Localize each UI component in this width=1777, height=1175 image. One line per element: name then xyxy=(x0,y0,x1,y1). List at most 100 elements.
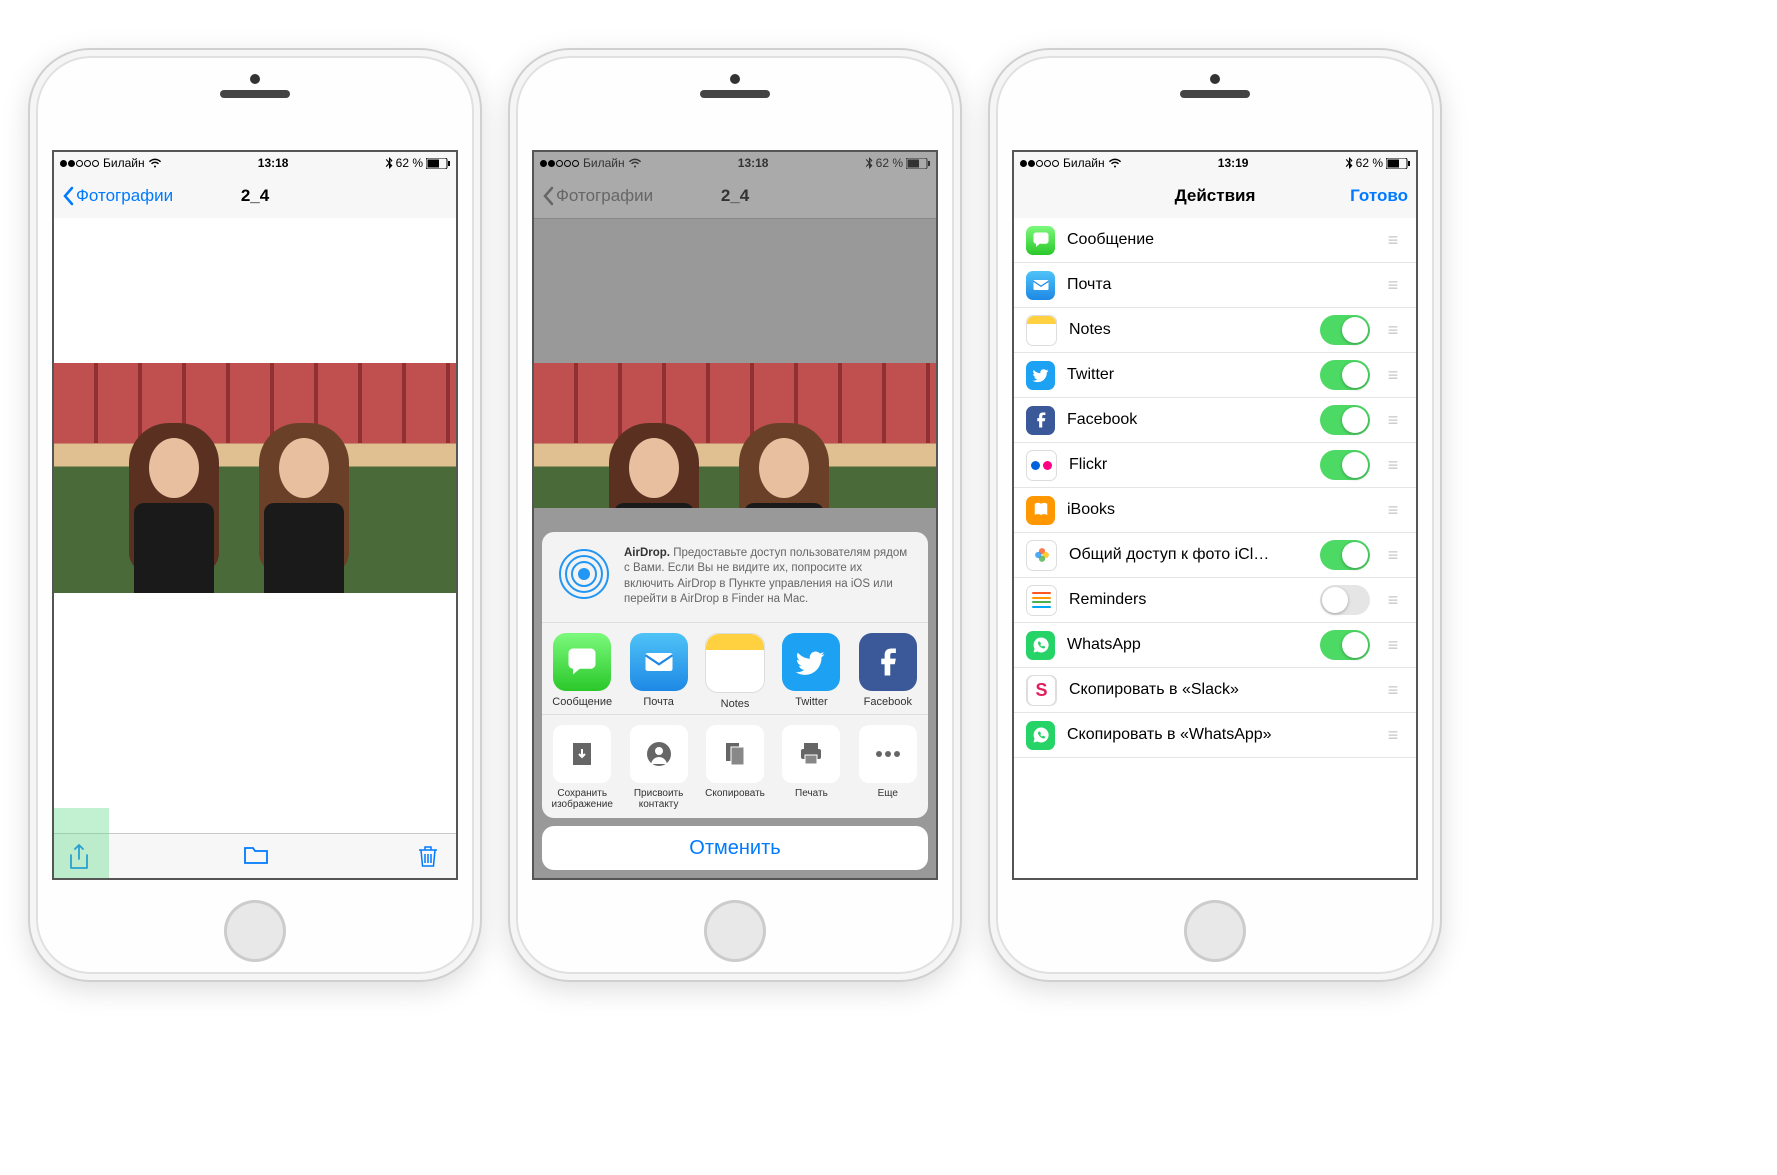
share-action-copy[interactable]: Скопировать xyxy=(701,725,769,810)
clock: 13:18 xyxy=(258,156,289,170)
share-action-contact[interactable]: Присвоить контакту xyxy=(624,725,692,810)
activity-row-whatsapp[interactable]: Скопировать в «WhatsApp» ≡ xyxy=(1014,713,1416,758)
share-app-twitter[interactable]: Twitter xyxy=(777,633,845,710)
share-app-message[interactable]: Сообщение xyxy=(548,633,616,710)
back-button[interactable]: Фотографии xyxy=(62,186,173,206)
facebook-icon xyxy=(1026,406,1055,435)
activity-row-reminders[interactable]: Reminders≡ xyxy=(1014,578,1416,623)
row-label: Facebook xyxy=(1067,411,1308,429)
chevron-left-icon xyxy=(62,186,74,206)
airdrop-section[interactable]: AirDrop. Предоставьте доступ пользовател… xyxy=(542,532,928,623)
activity-row-whatsapp[interactable]: WhatsApp ≡ xyxy=(1014,623,1416,668)
activity-row-message[interactable]: Сообщение≡ xyxy=(1014,218,1416,263)
reorder-handle[interactable]: ≡ xyxy=(1382,275,1404,296)
page-title: 2_4 xyxy=(241,186,269,206)
toggle-switch[interactable] xyxy=(1320,630,1370,660)
facebook-icon xyxy=(859,633,917,691)
battery-text: 62 % xyxy=(396,156,423,170)
cancel-button[interactable]: Отменить xyxy=(542,826,928,870)
page-title: Действия xyxy=(1175,186,1256,206)
row-label: Почта xyxy=(1067,276,1370,294)
app-label: Twitter xyxy=(777,696,845,708)
more-icon xyxy=(859,725,917,783)
home-button[interactable] xyxy=(704,900,766,962)
app-label: Сообщение xyxy=(548,696,616,708)
trash-button[interactable] xyxy=(418,844,442,868)
message-icon xyxy=(553,633,611,691)
reorder-handle[interactable]: ≡ xyxy=(1382,500,1404,521)
share-app-notes[interactable]: Notes xyxy=(701,633,769,710)
bluetooth-icon xyxy=(865,157,873,169)
activity-row-notes[interactable]: Notes ≡ xyxy=(1014,308,1416,353)
toggle-switch[interactable] xyxy=(1320,450,1370,480)
bluetooth-icon xyxy=(385,157,393,169)
row-label: Скопировать в «WhatsApp» xyxy=(1067,726,1370,744)
app-label: Notes xyxy=(701,698,769,710)
row-label: WhatsApp xyxy=(1067,636,1308,654)
photo-viewer[interactable] xyxy=(54,218,456,878)
row-label: iBooks xyxy=(1067,501,1370,519)
wifi-icon xyxy=(1108,158,1122,168)
toggle-switch[interactable] xyxy=(1320,315,1370,345)
share-app-mail[interactable]: Почта xyxy=(624,633,692,710)
reorder-handle[interactable]: ≡ xyxy=(1382,320,1404,341)
reorder-handle[interactable]: ≡ xyxy=(1382,410,1404,431)
photo-content xyxy=(54,363,456,593)
reorder-handle[interactable]: ≡ xyxy=(1382,230,1404,251)
activity-row-photos[interactable]: Общий доступ к фото iCl… ≡ xyxy=(1014,533,1416,578)
message-icon xyxy=(1026,226,1055,255)
slack-icon: S xyxy=(1026,675,1057,706)
reorder-handle[interactable]: ≡ xyxy=(1382,590,1404,611)
toggle-switch[interactable] xyxy=(1320,405,1370,435)
toggle-switch[interactable] xyxy=(1320,540,1370,570)
row-label: Flickr xyxy=(1069,456,1308,474)
share-action-print[interactable]: Печать xyxy=(777,725,845,810)
action-label: Скопировать xyxy=(701,788,769,799)
activity-row-flickr[interactable]: Flickr ≡ xyxy=(1014,443,1416,488)
row-label: Общий доступ к фото iCl… xyxy=(1069,546,1308,564)
save-icon xyxy=(553,725,611,783)
carrier: Билайн xyxy=(103,156,145,170)
share-app-facebook[interactable]: Facebook xyxy=(854,633,922,710)
share-action-more[interactable]: Еще xyxy=(854,725,922,810)
activity-row-mail[interactable]: Почта ≡ xyxy=(1014,263,1416,308)
signal-icon xyxy=(540,156,580,170)
signal-icon xyxy=(1020,156,1060,170)
flickr-icon xyxy=(1026,450,1057,481)
action-label: Сохранить изображение xyxy=(548,788,616,810)
app-label: Почта xyxy=(624,696,692,708)
share-highlight xyxy=(54,808,109,878)
nav-bar: Фотографии 2_4 xyxy=(54,174,456,219)
toggle-switch[interactable] xyxy=(1320,585,1370,615)
whatsapp-icon xyxy=(1026,631,1055,660)
folder-button[interactable] xyxy=(243,844,267,868)
reorder-handle[interactable]: ≡ xyxy=(1382,635,1404,656)
row-label: Notes xyxy=(1069,321,1308,339)
contact-icon xyxy=(630,725,688,783)
home-button[interactable] xyxy=(224,900,286,962)
reminders-icon xyxy=(1026,585,1057,616)
action-label: Еще xyxy=(854,788,922,799)
reorder-handle[interactable]: ≡ xyxy=(1382,725,1404,746)
reorder-handle[interactable]: ≡ xyxy=(1382,680,1404,701)
done-button[interactable]: Готово xyxy=(1350,186,1408,206)
notes-icon xyxy=(1026,315,1057,346)
reorder-handle[interactable]: ≡ xyxy=(1382,545,1404,566)
row-label: Скопировать в «Slack» xyxy=(1069,681,1370,699)
app-label: Facebook xyxy=(854,696,922,708)
activity-row-facebook[interactable]: Facebook ≡ xyxy=(1014,398,1416,443)
status-bar: Билайн 13:19 62 % xyxy=(1014,152,1416,174)
activity-row-twitter[interactable]: Twitter≡ xyxy=(1014,353,1416,398)
reorder-handle[interactable]: ≡ xyxy=(1382,365,1404,386)
activity-row-ibooks[interactable]: iBooks ≡ xyxy=(1014,488,1416,533)
status-bar: Билайн 13:18 62 % xyxy=(54,152,456,174)
battery-icon xyxy=(426,158,450,169)
activity-row-slack[interactable]: S Скопировать в «Slack» ≡ xyxy=(1014,668,1416,713)
back-button: Фотографии xyxy=(542,186,653,206)
home-button[interactable] xyxy=(1184,900,1246,962)
toggle-switch[interactable] xyxy=(1320,360,1370,390)
reorder-handle[interactable]: ≡ xyxy=(1382,455,1404,476)
share-action-save[interactable]: Сохранить изображение xyxy=(548,725,616,810)
airdrop-icon xyxy=(556,546,612,602)
chevron-left-icon xyxy=(542,186,554,206)
